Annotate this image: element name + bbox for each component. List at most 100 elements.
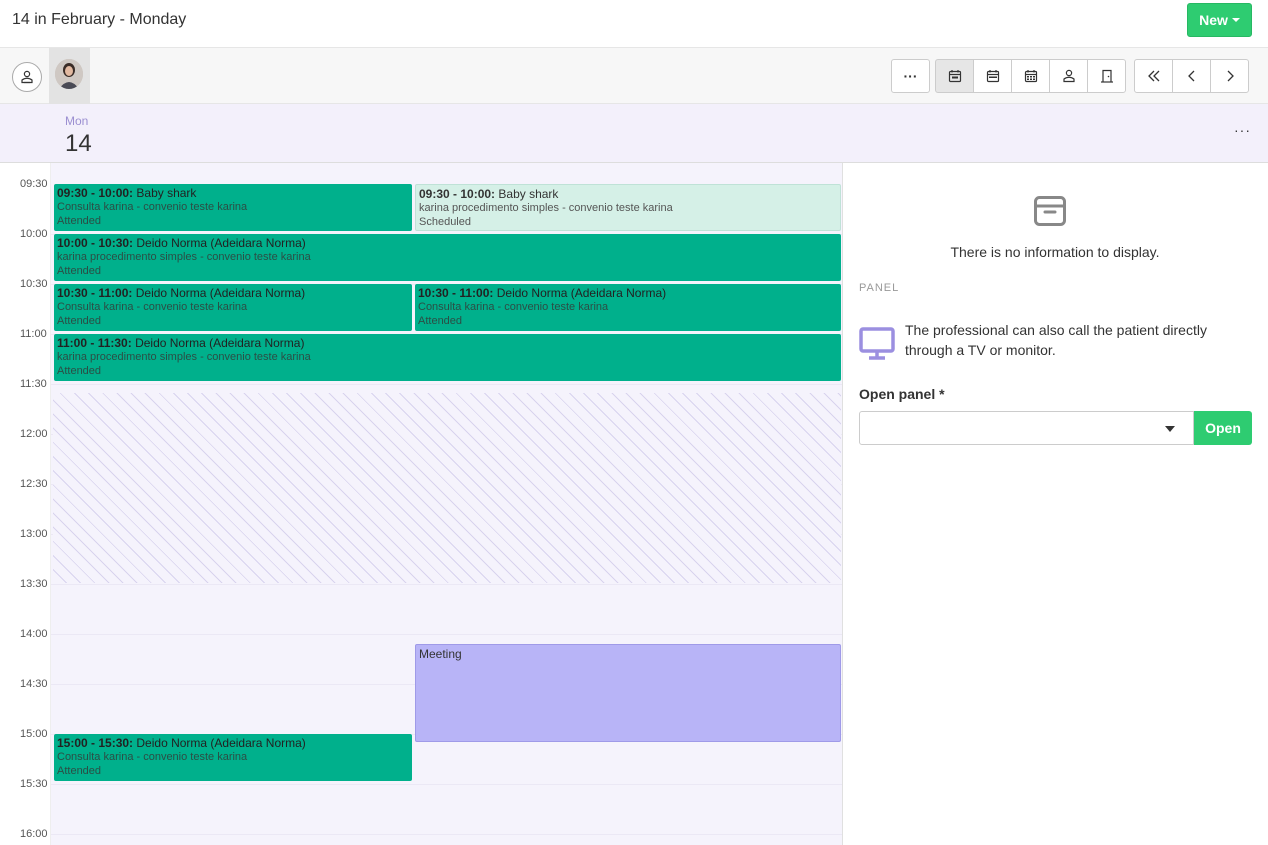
appointment-event[interactable]: 09:30 - 10:00: Baby shark karina procedi… xyxy=(415,184,841,231)
event-time: 10:00 - 10:30: xyxy=(57,236,134,250)
day-options-button[interactable]: ··· xyxy=(1234,122,1251,138)
time-label: 13:00 xyxy=(20,528,48,540)
grid-line xyxy=(51,384,842,385)
event-time: 10:30 - 11:00: xyxy=(57,286,133,300)
event-detail: Consulta karina - convenio teste karina xyxy=(57,301,248,313)
week-view-icon xyxy=(986,70,999,83)
caret-down-icon xyxy=(1165,426,1175,432)
open-panel-label: Open panel * xyxy=(859,386,945,402)
open-panel-select[interactable] xyxy=(859,411,1194,445)
side-panel: There is no information to display. PANE… xyxy=(844,163,1268,845)
more-options-group: ··· xyxy=(891,59,930,93)
weekday-label: Mon xyxy=(65,114,89,128)
event-patient: Deido Norma (Adeidara Norma) xyxy=(136,736,306,750)
event-status: Attended xyxy=(57,215,102,227)
appointment-event[interactable]: 10:30 - 11:00: Deido Norma (Adeidara Nor… xyxy=(54,284,412,331)
open-panel-button[interactable]: Open xyxy=(1194,411,1252,445)
time-label: 11:00 xyxy=(20,328,47,340)
new-button[interactable]: New xyxy=(1187,3,1252,37)
event-patient: Deido Norma (Adeidara Norma) xyxy=(135,336,305,350)
event-time: 09:30 - 10:00: xyxy=(57,186,134,200)
caret-down-icon xyxy=(1231,18,1240,22)
appointment-event[interactable]: 10:00 - 10:30: Deido Norma (Adeidara Nor… xyxy=(54,234,841,281)
event-status: Scheduled xyxy=(419,216,471,228)
day-number: 14 xyxy=(65,130,92,157)
event-patient: Baby shark xyxy=(498,187,559,201)
grid-line xyxy=(51,634,842,635)
panel-description: The professional can also call the patie… xyxy=(905,322,1207,358)
professional-view-button[interactable] xyxy=(1049,59,1088,93)
appointment-event[interactable]: 15:00 - 15:30: Deido Norma (Adeidara Nor… xyxy=(54,734,412,781)
room-view-button[interactable] xyxy=(1087,59,1126,93)
calendar-toolbar: ··· xyxy=(0,48,1268,104)
event-patient: Deido Norma (Adeidara Norma) xyxy=(496,286,667,300)
month-view-icon xyxy=(1024,70,1037,83)
event-detail: Consulta karina - convenio teste karina xyxy=(57,751,248,763)
event-patient: Deido Norma (Adeidara Norma) xyxy=(136,236,306,250)
chevron-right-icon xyxy=(1227,70,1234,82)
calendar-day-grid[interactable]: 09:30 - 10:00: Baby shark Consulta karin… xyxy=(51,163,843,845)
user-icon xyxy=(21,70,33,84)
time-gutter: 09:30 10:00 10:30 11:00 11:30 12:00 12:3… xyxy=(0,163,51,845)
event-detail: Consulta karina - convenio teste karina xyxy=(57,201,248,213)
appointment-event[interactable]: 10:30 - 11:00: Deido Norma (Adeidara Nor… xyxy=(415,284,841,331)
week-view-button[interactable] xyxy=(973,59,1012,93)
grid-line xyxy=(51,784,842,785)
event-detail: karina procedimento simples - convenio t… xyxy=(57,251,311,263)
empty-state-text: There is no information to display. xyxy=(950,244,1160,260)
room-view-icon xyxy=(1100,69,1113,83)
grid-line xyxy=(51,834,842,835)
view-switcher xyxy=(935,59,1126,93)
top-header: 14 in February - Monday New xyxy=(0,0,1268,48)
time-label: 14:00 xyxy=(20,628,48,640)
previous-far-button[interactable] xyxy=(1134,59,1173,93)
monitor-icon xyxy=(859,327,895,360)
page-title: 14 in February - Monday xyxy=(12,11,187,28)
avatar xyxy=(55,59,83,89)
day-view-button[interactable] xyxy=(935,59,974,93)
grid-line xyxy=(51,584,842,585)
more-label: ··· xyxy=(903,68,918,84)
event-patient: Baby shark xyxy=(136,186,197,200)
time-label: 10:00 xyxy=(20,228,48,240)
professional-avatar-tab[interactable] xyxy=(49,48,90,104)
event-time: 15:00 - 15:30: xyxy=(57,736,134,750)
panel-section-label: PANEL xyxy=(859,282,900,294)
event-title: 11:00 - 11:30: Deido Norma (Adeidara Nor… xyxy=(57,336,838,350)
event-patient: Deido Norma (Adeidara Norma) xyxy=(135,286,306,300)
time-label: 13:30 xyxy=(20,578,48,590)
event-title: 15:00 - 15:30: Deido Norma (Adeidara Nor… xyxy=(57,736,409,750)
day-header: Mon 14 ··· xyxy=(0,104,1268,163)
double-chevron-left-icon xyxy=(1147,70,1159,82)
time-label: 15:30 xyxy=(20,778,48,790)
next-button[interactable] xyxy=(1210,59,1249,93)
event-title: 10:30 - 11:00: Deido Norma (Adeidara Nor… xyxy=(57,286,409,300)
appointment-event[interactable]: 09:30 - 10:00: Baby shark Consulta karin… xyxy=(54,184,412,231)
archive-icon xyxy=(1034,196,1066,226)
event-time: 09:30 - 10:00: xyxy=(419,187,496,201)
more-options-button[interactable]: ··· xyxy=(891,59,930,93)
event-time: 10:30 - 11:00: xyxy=(418,286,494,300)
time-label: 12:00 xyxy=(20,428,48,440)
month-view-button[interactable] xyxy=(1011,59,1050,93)
event-status: Attended xyxy=(57,365,102,377)
event-title: 10:30 - 11:00: Deido Norma (Adeidara Nor… xyxy=(418,286,838,300)
professional-view-icon xyxy=(1062,69,1075,83)
previous-button[interactable] xyxy=(1172,59,1211,93)
event-title: Meeting xyxy=(419,647,462,661)
appointment-event[interactable]: 11:00 - 11:30: Deido Norma (Adeidara Nor… xyxy=(54,334,841,381)
event-status: Attended xyxy=(57,765,102,777)
meeting-event[interactable]: Meeting xyxy=(415,644,841,742)
event-status: Attended xyxy=(57,315,102,327)
event-detail: karina procedimento simples - convenio t… xyxy=(419,202,673,214)
event-title: 09:30 - 10:00: Baby shark xyxy=(57,186,409,200)
time-label: 14:30 xyxy=(20,678,48,690)
time-label: 12:30 xyxy=(20,478,48,490)
professionals-filter-button[interactable] xyxy=(12,62,42,92)
event-detail: karina procedimento simples - convenio t… xyxy=(57,351,311,363)
event-status: Attended xyxy=(418,315,463,327)
time-label: 16:00 xyxy=(20,828,48,840)
event-time: 11:00 - 11:30: xyxy=(57,336,132,350)
time-label: 10:30 xyxy=(20,278,48,290)
time-label: 11:30 xyxy=(20,378,47,390)
